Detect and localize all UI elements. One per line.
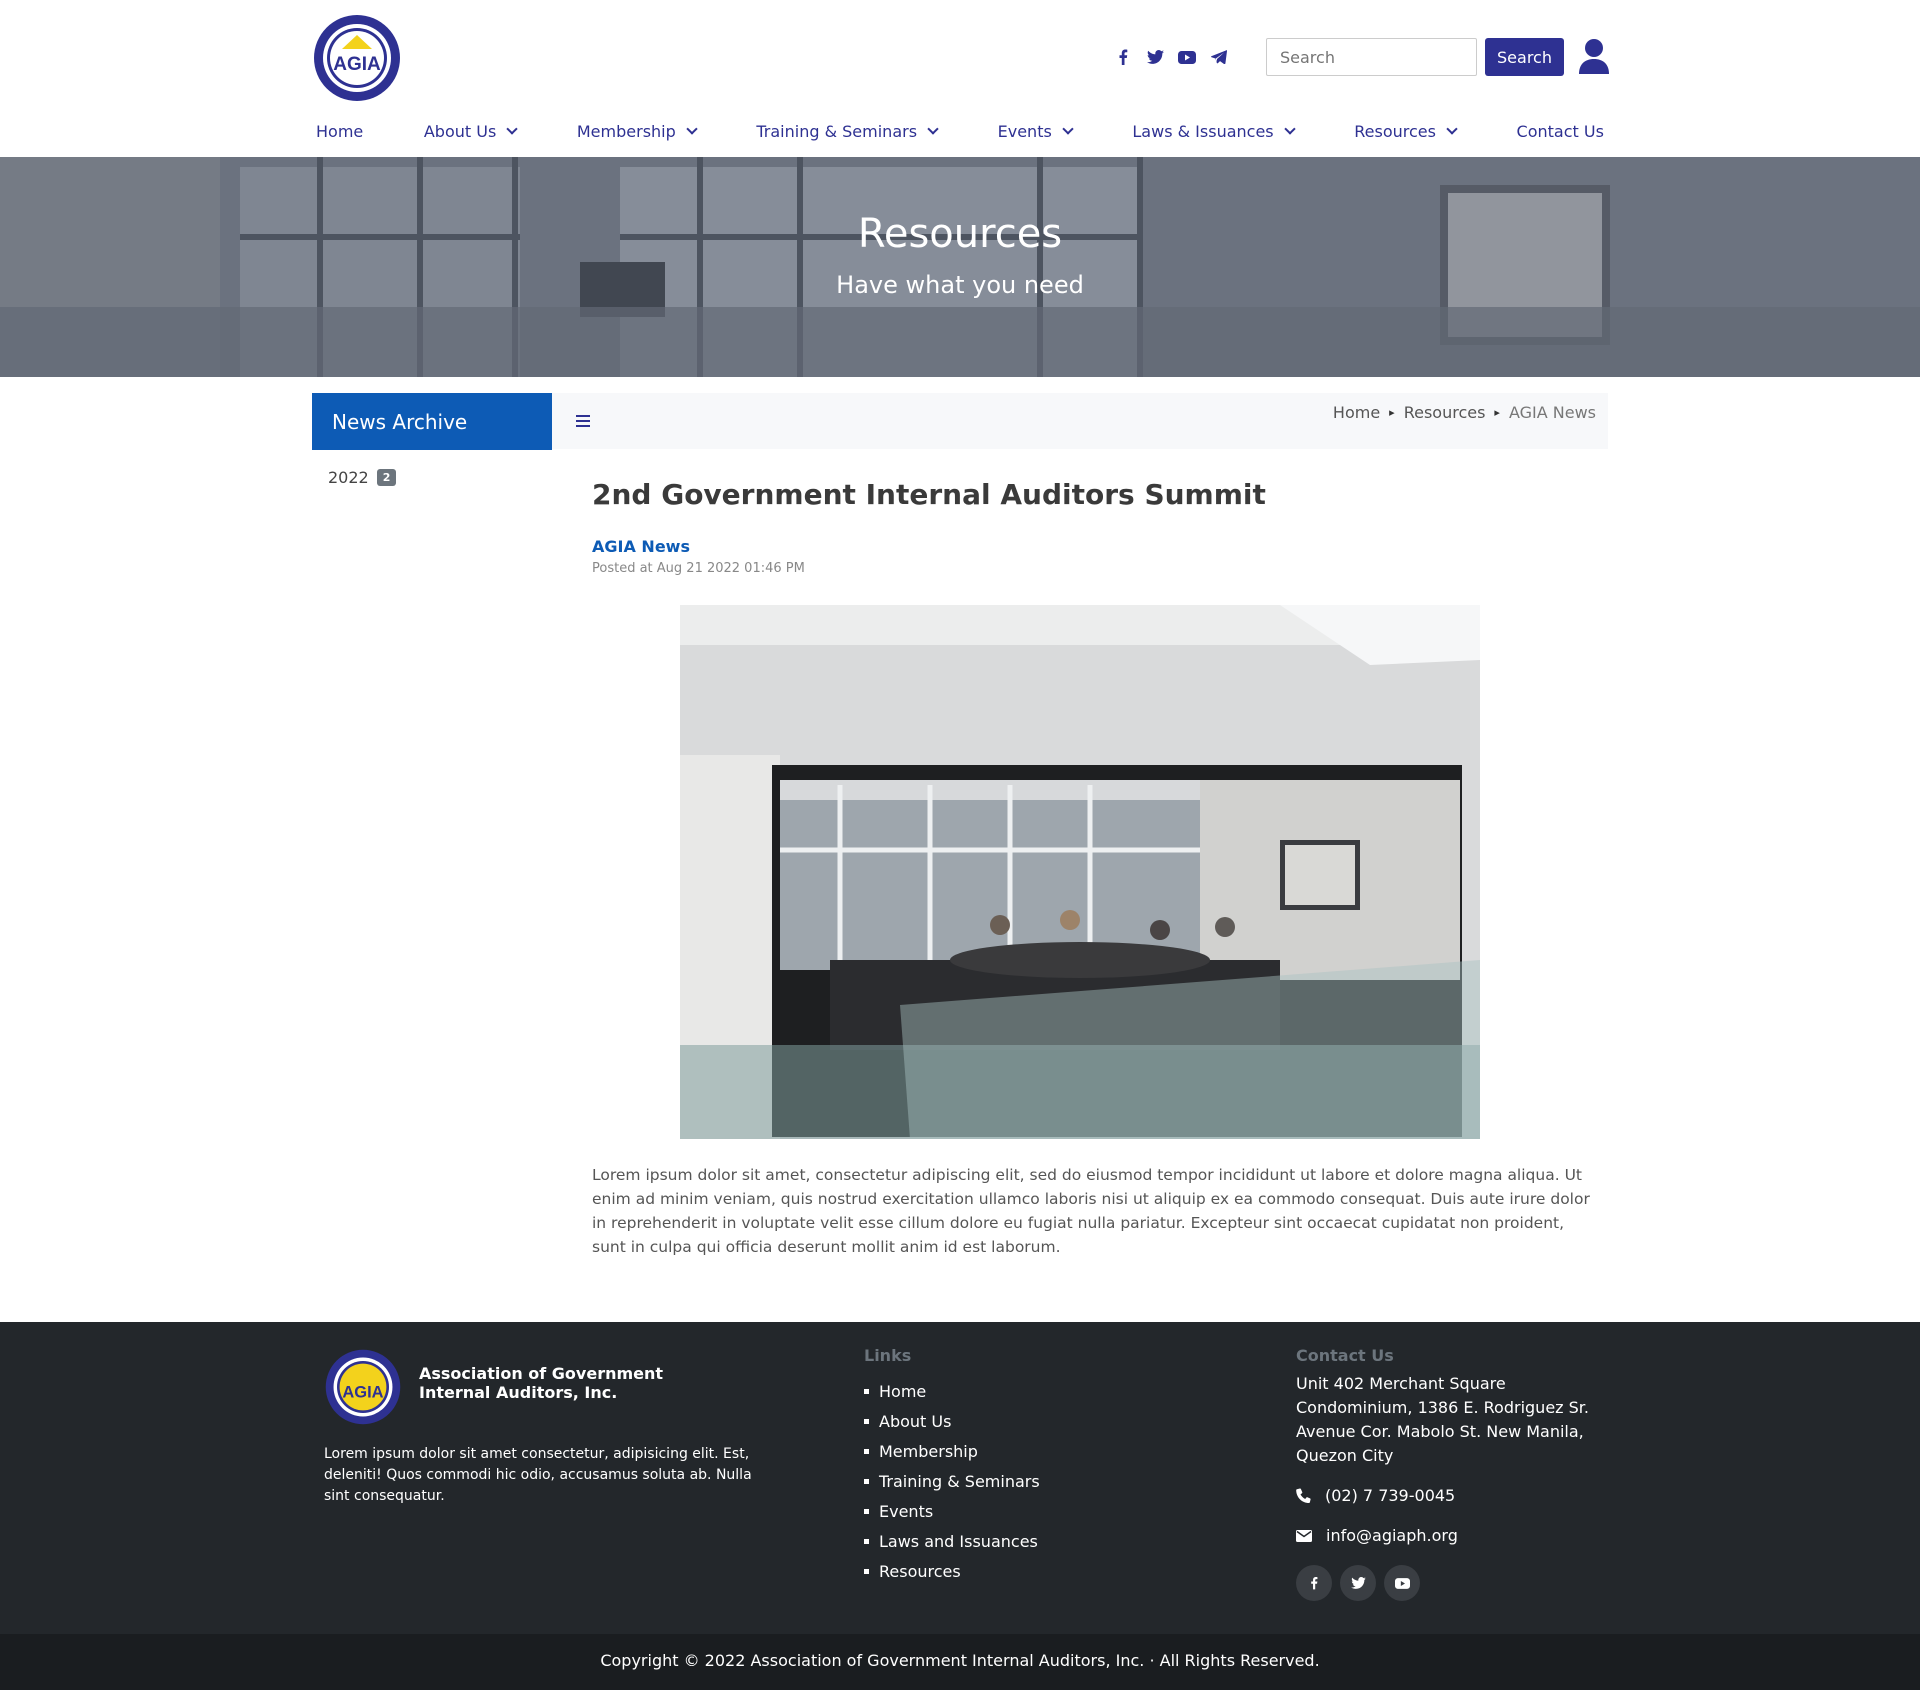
search-button[interactable]: Search	[1485, 38, 1564, 76]
hero-title: Resources	[857, 211, 1063, 257]
chevron-down-icon	[506, 123, 518, 135]
nav-item-events[interactable]: Events	[997, 122, 1074, 141]
header-social-links	[1112, 46, 1230, 68]
footer-contact-heading: Contact Us	[1296, 1346, 1394, 1365]
breadcrumb-home[interactable]: Home	[1333, 403, 1380, 422]
archive-count-badge: 2	[376, 469, 397, 486]
envelope-icon	[1296, 1529, 1312, 1542]
nav-item-label: Resources	[1354, 122, 1436, 141]
footer-agia-logo: AGIA	[325, 1349, 401, 1425]
footer-link[interactable]: Home	[864, 1376, 1040, 1406]
agia-logo[interactable]: AGIA	[312, 13, 402, 103]
facebook-icon[interactable]	[1296, 1565, 1332, 1601]
nav-item-home[interactable]: Home	[316, 122, 363, 141]
footer-phone-row: (02) 7 739-0045	[1296, 1486, 1455, 1505]
footer-address: Unit 402 Merchant Square Condominium, 13…	[1296, 1374, 1589, 1465]
article-category[interactable]: AGIA News	[592, 537, 690, 556]
footer-email[interactable]: info@agiaph.org	[1326, 1526, 1458, 1545]
main-nav: Home About Us Membership Training & Seminar…	[312, 122, 1608, 141]
article-title: 2nd Government Internal Auditors Summit	[592, 478, 1266, 511]
chevron-down-icon	[927, 123, 939, 135]
chevron-down-icon	[1062, 123, 1074, 135]
breadcrumb-current: AGIA News	[1508, 403, 1596, 422]
breadcrumb-separator-icon: ▸	[1494, 406, 1500, 419]
nav-item-label: Home	[316, 122, 364, 141]
copyright-text: Copyright © 2022 Association of Governme…	[600, 1651, 1320, 1670]
nav-item-label: Events	[997, 122, 1052, 141]
news-archive-heading: News Archive	[312, 393, 552, 450]
copyright-bar: Copyright © 2022 Association of Governme…	[0, 1634, 1920, 1690]
footer-logo-text: AGIA	[342, 1383, 383, 1401]
nav-item-about-us[interactable]: About Us	[423, 122, 518, 141]
search-input[interactable]	[1266, 38, 1477, 76]
nav-item-label: Contact Us	[1516, 122, 1604, 141]
footer-link[interactable]: Events	[864, 1496, 1040, 1526]
footer-link[interactable]: Membership	[864, 1436, 1040, 1466]
footer-link[interactable]: Laws and Issuances	[864, 1526, 1040, 1556]
article-body: Lorem ipsum dolor sit amet, consectetur …	[592, 1166, 1590, 1256]
user-account-icon[interactable]	[1578, 38, 1610, 74]
nav-item-label: Membership	[576, 122, 676, 141]
site-header: AGIA Search Home About Us Membership Traini…	[0, 0, 1920, 157]
hamburger-menu-icon[interactable]	[576, 414, 592, 428]
footer-link[interactable]: About Us	[864, 1406, 1040, 1436]
breadcrumb: Home ▸ Resources ▸ AGIA News	[1333, 403, 1596, 422]
breadcrumb-resources[interactable]: Resources	[1404, 403, 1486, 422]
hero-background-image	[0, 157, 1920, 377]
footer-email-row: info@agiaph.org	[1296, 1526, 1458, 1545]
nav-item-resources[interactable]: Resources	[1354, 122, 1458, 141]
archive-year-item[interactable]: 2022 2	[328, 468, 397, 487]
telegram-icon[interactable]	[1208, 46, 1230, 68]
nav-item-label: Laws & Issuances	[1132, 122, 1274, 141]
footer-links-heading: Links	[864, 1346, 912, 1365]
footer-link[interactable]: Training & Seminars	[864, 1466, 1040, 1496]
hero-banner: Resources Have what you need	[0, 157, 1920, 377]
article-posted-date: Posted at Aug 21 2022 01:46 PM	[592, 561, 805, 576]
twitter-icon[interactable]	[1340, 1565, 1376, 1601]
hero-subtitle: Have what you need	[836, 271, 1084, 299]
nav-item-training-seminars[interactable]: Training & Seminars	[756, 122, 939, 141]
youtube-icon[interactable]	[1384, 1565, 1420, 1601]
archive-year-label[interactable]: 2022	[328, 468, 369, 487]
nav-item-contact-us[interactable]: Contact Us	[1517, 122, 1604, 141]
footer-social-links	[1296, 1565, 1420, 1601]
nav-item-label: About Us	[423, 122, 497, 141]
logo-text: AGIA	[333, 54, 381, 75]
footer-links-list: Home About Us Membership Training & Seminar…	[864, 1376, 1040, 1586]
article-image	[680, 605, 1480, 1139]
footer-link[interactable]: Resources	[864, 1556, 1040, 1586]
content-toolbar: Home ▸ Resources ▸ AGIA News	[552, 393, 1608, 449]
phone-icon	[1296, 1488, 1311, 1503]
facebook-icon[interactable]	[1112, 46, 1134, 68]
nav-item-label: Training & Seminars	[756, 122, 918, 141]
chevron-down-icon	[686, 123, 698, 135]
footer-phone[interactable]: (02) 7 739-0045	[1325, 1486, 1455, 1505]
footer-description: Lorem ipsum dolor sit amet consectetur, …	[324, 1446, 752, 1504]
chevron-down-icon	[1446, 123, 1458, 135]
breadcrumb-separator-icon: ▸	[1389, 406, 1395, 419]
youtube-icon[interactable]	[1176, 46, 1198, 68]
nav-item-membership[interactable]: Membership	[576, 122, 698, 141]
chevron-down-icon	[1283, 123, 1296, 135]
footer-org-name: Association of Government Internal Audit…	[419, 1364, 664, 1402]
twitter-icon[interactable]	[1144, 46, 1166, 68]
nav-item-laws-issuances[interactable]: Laws & Issuances	[1132, 122, 1296, 141]
